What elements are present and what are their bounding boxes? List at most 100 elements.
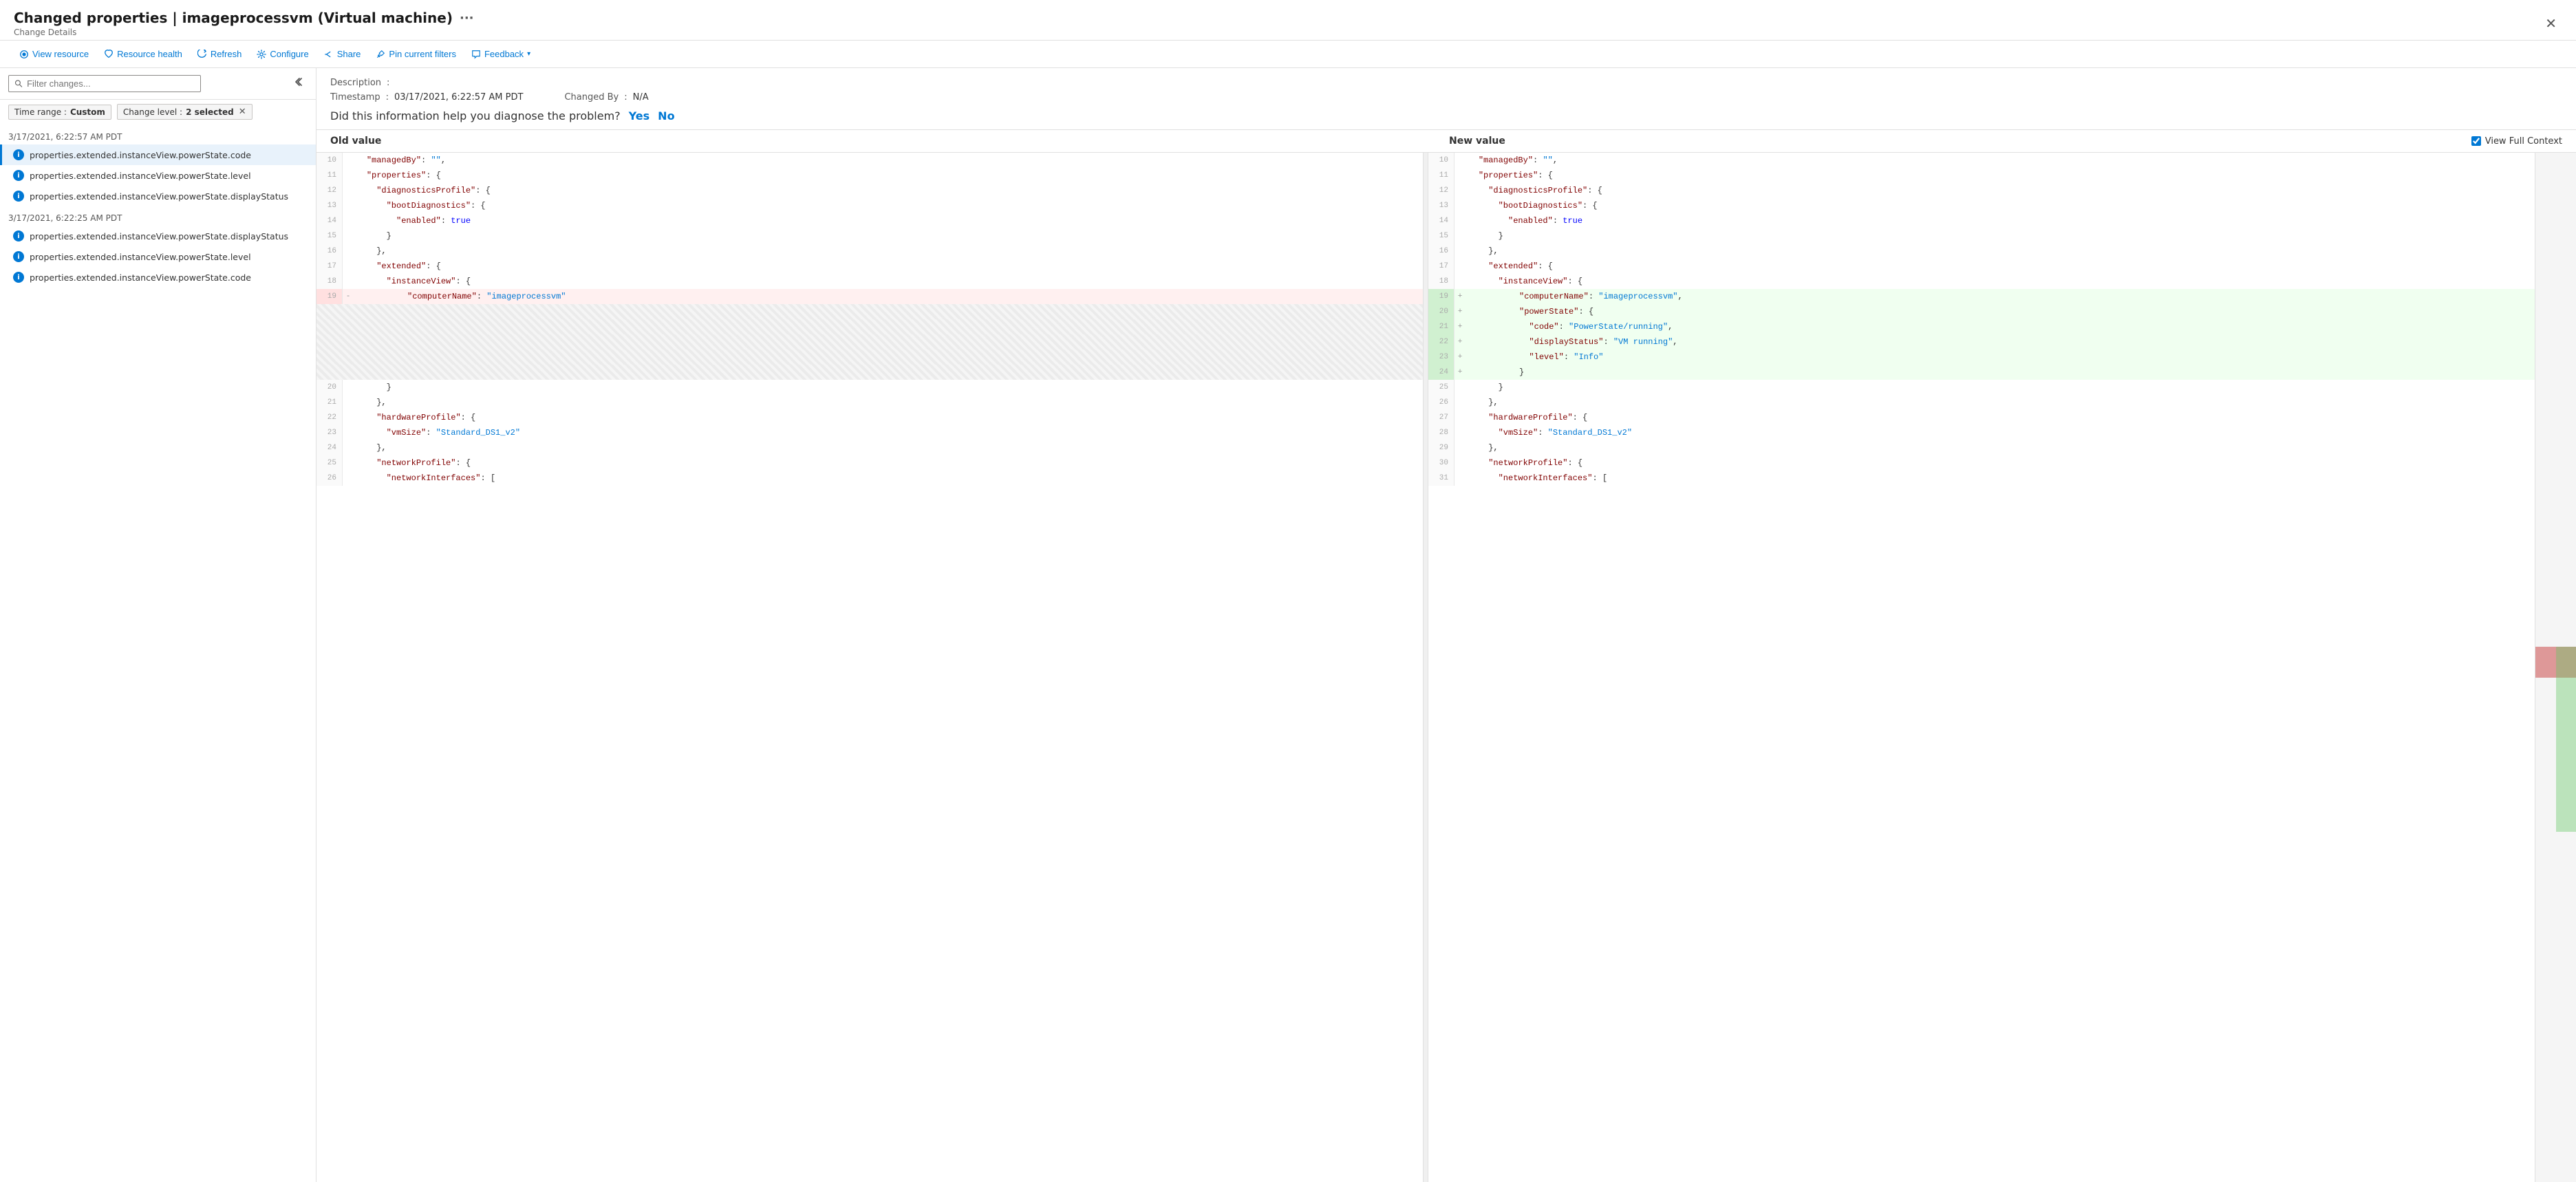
diff-marker: + xyxy=(1455,304,1466,319)
change-item-label: properties.extended.instanceView.powerSt… xyxy=(30,252,251,262)
diff-line-content: "networkProfile": { xyxy=(343,455,1423,471)
diff-line: 17 "extended": { xyxy=(316,259,1423,274)
line-number: 25 xyxy=(316,455,343,471)
main-layout: Time range : Custom Change level : 2 sel… xyxy=(0,68,2576,1182)
diff-marker: + xyxy=(1455,334,1466,350)
diff-line: 24+ } xyxy=(1428,365,2535,380)
diff-line: 15 } xyxy=(1428,228,2535,244)
diff-line: 13 "bootDiagnostics": { xyxy=(316,198,1423,213)
feedback-chevron-icon: ▾ xyxy=(527,50,530,58)
close-button[interactable]: ✕ xyxy=(2540,12,2562,35)
diff-line-content: }, xyxy=(343,440,1423,455)
diff-line-content: } xyxy=(343,380,1423,395)
feedback-button[interactable]: Feedback ▾ xyxy=(466,46,536,62)
refresh-button[interactable]: Refresh xyxy=(192,46,248,62)
diff-line: 19+ "computerName": "imageprocessvm", xyxy=(1428,289,2535,304)
diff-line-content: "displayStatus": "VM running", xyxy=(1466,334,2535,350)
diagnose-yes-button[interactable]: Yes xyxy=(629,109,650,122)
list-item[interactable]: iproperties.extended.instanceView.powerS… xyxy=(0,144,316,165)
title-section: Changed properties | imageprocessvm (Vir… xyxy=(14,10,474,37)
collapse-panel-button[interactable] xyxy=(288,75,308,92)
diff-line-content: "instanceView": { xyxy=(1455,274,2535,289)
resource-health-button[interactable]: Resource health xyxy=(98,46,188,62)
view-full-context-label: View Full Context xyxy=(2485,136,2562,147)
diff-line: 13 "bootDiagnostics": { xyxy=(1428,198,2535,213)
pin-current-filters-button[interactable]: Pin current filters xyxy=(370,46,462,62)
line-number: 21 xyxy=(316,395,343,410)
diff-line: 12 "diagnosticsProfile": { xyxy=(1428,183,2535,198)
share-icon xyxy=(324,50,334,59)
line-number: 23 xyxy=(1428,350,1455,365)
diff-line: 31 "networkInterfaces": [ xyxy=(1428,471,2535,486)
diagnose-no-button[interactable]: No xyxy=(658,109,674,122)
diff-line-content: "extended": { xyxy=(343,259,1423,274)
line-number: 22 xyxy=(316,410,343,425)
line-number: 28 xyxy=(1428,425,1455,440)
diff-line: 16 }, xyxy=(316,244,1423,259)
list-item[interactable]: iproperties.extended.instanceView.powerS… xyxy=(0,226,316,246)
diff-line: 22+ "displayStatus": "VM running", xyxy=(1428,334,2535,350)
diff-line: 18 "instanceView": { xyxy=(1428,274,2535,289)
chevron-left-icon xyxy=(292,76,303,87)
change-level-close-icon[interactable]: ✕ xyxy=(239,107,246,117)
line-number: 14 xyxy=(1428,213,1455,228)
diff-line-content: "hardwareProfile": { xyxy=(343,410,1423,425)
diff-line: 19- "computerName": "imageprocessvm" xyxy=(316,289,1423,304)
change-item-label: properties.extended.instanceView.powerSt… xyxy=(30,272,251,283)
diff-line-content: "enabled": true xyxy=(1455,213,2535,228)
diff-line: 25 "networkProfile": { xyxy=(316,455,1423,471)
diff-line: 23+ "level": "Info" xyxy=(1428,350,2535,365)
filter-input[interactable] xyxy=(27,78,195,89)
line-number: 30 xyxy=(1428,455,1455,471)
line-number: 15 xyxy=(1428,228,1455,244)
timestamp-label: Timestamp xyxy=(330,92,380,103)
diff-line-content: }, xyxy=(1455,244,2535,259)
diff-line xyxy=(316,304,1423,319)
view-full-context-checkbox[interactable] xyxy=(2471,136,2481,146)
diff-line: 16 }, xyxy=(1428,244,2535,259)
diff-body: 10 "managedBy": "",11 "properties": {12 … xyxy=(316,153,2576,1182)
diff-line-content: "managedBy": "", xyxy=(1455,153,2535,168)
diff-line-content: "computerName": "imageprocessvm", xyxy=(1466,289,2535,304)
change-level-filter-tag[interactable]: Change level : 2 selected ✕ xyxy=(117,104,253,120)
list-item[interactable]: i properties.extended.instanceView.powerS… xyxy=(0,186,316,206)
right-panel: Description : Timestamp : 03/17/2021, 6:… xyxy=(316,68,2576,1182)
diff-line: 15 } xyxy=(316,228,1423,244)
list-item[interactable]: iproperties.extended.instanceView.powerS… xyxy=(0,246,316,267)
time-range-filter-tag[interactable]: Time range : Custom xyxy=(8,105,111,120)
diff-line-content: "vmSize": "Standard_DS1_v2" xyxy=(343,425,1423,440)
line-number: 11 xyxy=(316,168,343,183)
list-item[interactable]: iproperties.extended.instanceView.powerS… xyxy=(0,165,316,186)
minimap xyxy=(2535,153,2576,1182)
share-button[interactable]: Share xyxy=(319,46,367,62)
page-title: Changed properties | imageprocessvm (Vir… xyxy=(14,10,474,26)
gear-icon xyxy=(257,50,266,59)
diff-line: 22 "hardwareProfile": { xyxy=(316,410,1423,425)
diff-line-content: "powerState": { xyxy=(1466,304,2535,319)
diff-marker: + xyxy=(1455,350,1466,365)
diff-line: 10 "managedBy": "", xyxy=(316,153,1423,168)
view-full-context-control: View Full Context xyxy=(2471,136,2562,147)
diff-line: 11 "properties": { xyxy=(1428,168,2535,183)
change-item-label: properties.extended.instanceView.powerSt… xyxy=(30,191,288,202)
view-resource-button[interactable]: View resource xyxy=(14,46,94,62)
line-number: 19 xyxy=(1428,289,1455,304)
filter-input-wrap[interactable] xyxy=(8,75,201,92)
page-subtitle: Change Details xyxy=(14,28,474,37)
line-number: 13 xyxy=(316,198,343,213)
configure-button[interactable]: Configure xyxy=(251,46,314,62)
line-number: 11 xyxy=(1428,168,1455,183)
title-text: Changed properties | imageprocessvm (Vir… xyxy=(14,10,453,26)
line-number: 19 xyxy=(316,289,343,304)
diff-line-content: "computerName": "imageprocessvm" xyxy=(354,289,1423,304)
diff-line-content: } xyxy=(1455,380,2535,395)
more-options-button[interactable]: ··· xyxy=(460,11,474,25)
diff-line: 21+ "code": "PowerState/running", xyxy=(1428,319,2535,334)
change-item-label: properties.extended.instanceView.powerSt… xyxy=(30,150,251,160)
diff-line: 14 "enabled": true xyxy=(1428,213,2535,228)
diff-line xyxy=(316,350,1423,365)
time-range-value: Custom xyxy=(70,107,105,117)
list-item[interactable]: iproperties.extended.instanceView.powerS… xyxy=(0,267,316,288)
info-icon: i xyxy=(13,191,24,202)
diff-line: 11 "properties": { xyxy=(316,168,1423,183)
